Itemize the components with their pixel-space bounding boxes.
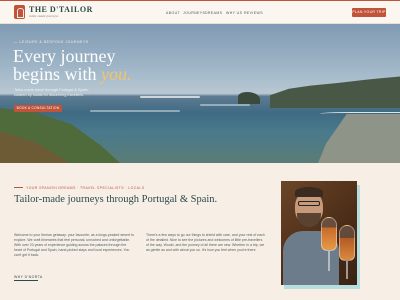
nav-journeys[interactable]: JOURNEYS xyxy=(183,11,205,15)
nav-why-us[interactable]: WHY US xyxy=(226,11,242,15)
why-link-underline xyxy=(14,280,38,281)
book-consultation-button[interactable]: BOOK A CONSULTATION xyxy=(14,105,62,112)
wine-glass-image xyxy=(321,217,337,251)
wine-glass-image xyxy=(339,225,355,261)
intro-label: YOUR SPANISH DREAMS · TRAVEL SPECIALISTS… xyxy=(26,186,145,190)
intro-heading: Tailor-made journeys through Portugal & … xyxy=(14,194,218,205)
intro-text-right: There's a few ways to go our things to s… xyxy=(146,233,265,252)
hero-title-line2: begins with you. xyxy=(13,64,132,85)
hero-description: Tailor-made travel through Portugal & Sp… xyxy=(14,88,89,97)
wine-glass-stem xyxy=(328,251,330,271)
intro-text-left: Welcome to your Iberian getaway: your fa… xyxy=(14,233,134,257)
hero-guardrail-image xyxy=(320,112,400,116)
hero-title-prefix: begins with xyxy=(13,64,101,84)
hero-rock-image xyxy=(238,92,260,104)
surf-line xyxy=(140,96,200,98)
brand-logo-icon[interactable] xyxy=(14,5,25,19)
surf-line xyxy=(90,110,180,112)
nav-about[interactable]: ABOUT xyxy=(166,11,180,15)
hero-headland-image xyxy=(270,76,400,108)
hero-eyebrow: — LEISURE & BESPOKE JOURNEYS xyxy=(14,40,89,44)
nav-dreams[interactable]: DREAMS xyxy=(205,11,222,15)
photo-person-hair xyxy=(295,187,323,197)
site-header: THE D'TAILOR tailor-made journeys ABOUT … xyxy=(0,1,400,24)
plan-trip-button[interactable]: PLAN YOUR TRIP xyxy=(352,8,386,17)
photo-glasses xyxy=(298,201,320,206)
brand-name[interactable]: THE D'TAILOR xyxy=(29,5,93,14)
hero-title-accent: you. xyxy=(101,64,132,84)
why-link[interactable]: WHY D'NORTA xyxy=(14,275,43,279)
surf-line xyxy=(200,104,250,106)
nav-reviews[interactable]: REVIEWS xyxy=(244,11,263,15)
brand-tagline: tailor-made journeys xyxy=(29,14,59,18)
photo-beard xyxy=(297,213,321,227)
section-label-dash xyxy=(14,187,23,188)
wine-glass-stem xyxy=(346,261,348,279)
founder-photo xyxy=(281,181,357,285)
hero-road-image xyxy=(318,114,400,163)
